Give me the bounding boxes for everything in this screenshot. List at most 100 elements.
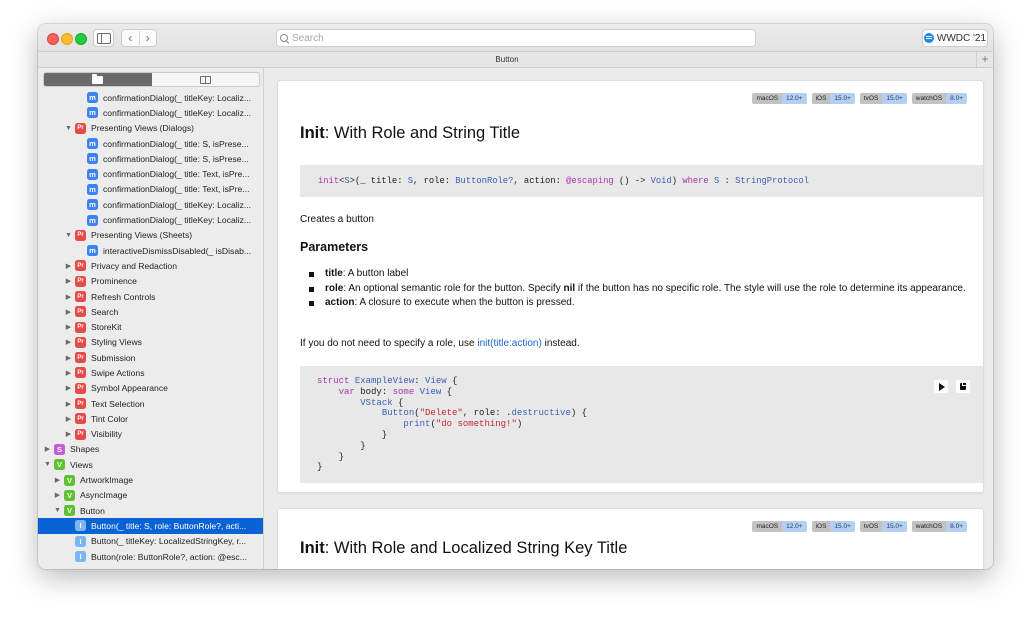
disclosure-collapsed-icon[interactable]: ▶ — [64, 369, 73, 377]
title-bar: ‹ › WWDC '21 — [38, 24, 993, 52]
search-field — [276, 29, 756, 47]
platform-badge-watchos: watchOS 8.0+ — [911, 93, 967, 104]
close-window-button[interactable] — [47, 33, 59, 45]
forward-button[interactable]: › — [140, 31, 157, 45]
init-title-action-link[interactable]: init(title:action) — [477, 338, 541, 349]
sidebar-toggle-button[interactable] — [93, 29, 114, 47]
platform-badge-watchos: watchOS 8.0+ — [911, 521, 967, 532]
back-button[interactable]: ‹ — [122, 31, 140, 45]
sidebar-item-label: Button(role: ButtonRole?, action: @esc..… — [91, 551, 247, 562]
sidebar-item-label: confirmationDialog(_ title: S, isPrese..… — [103, 153, 249, 164]
sidebar-item[interactable]: ▶ Pr Privacy and Redaction — [38, 258, 263, 273]
sidebar-item[interactable]: m confirmationDialog(_ title: Text, isPre… — [38, 166, 263, 181]
symbol-kind-icon: S — [54, 443, 65, 455]
copy-code-button[interactable] — [956, 380, 970, 393]
sidebar-item-label: AsyncImage — [80, 490, 128, 501]
symbol-kind-icon: m — [87, 199, 98, 211]
symbol-kind-icon: Pr — [75, 428, 86, 440]
zoom-window-button[interactable] — [75, 33, 87, 45]
parameters-heading: Parameters — [300, 240, 369, 254]
sidebar-item[interactable]: m confirmationDialog(_ title: S, isPrese.… — [38, 151, 263, 166]
sidebar-item[interactable]: m confirmationDialog(_ title: S, isPrese.… — [38, 136, 263, 151]
sidebar-item-label: Tint Color — [91, 413, 128, 424]
book-icon — [199, 75, 211, 84]
disclosure-collapsed-icon[interactable]: ▶ — [64, 293, 73, 301]
sidebar-item[interactable]: I Button(_ titleKey: LocalizedStringKey, … — [38, 534, 263, 549]
parameter-item: role: An optional semantic role for the … — [309, 283, 993, 296]
disclosure-expanded-icon[interactable]: ▼ — [64, 125, 73, 132]
sidebar-item[interactable]: ▶ Pr Prominence — [38, 274, 263, 289]
sidebar-item[interactable]: ▼ Pr Presenting Views (Sheets) — [38, 228, 263, 243]
search-input[interactable] — [289, 32, 732, 44]
disclosure-expanded-icon[interactable]: ▼ — [43, 461, 52, 468]
declaration-block: init<S>(_ title: S, role: ButtonRole?, a… — [300, 165, 983, 197]
sidebar-item-label: StoreKit — [91, 322, 122, 333]
segment-browse[interactable] — [44, 73, 152, 86]
sidebar-item[interactable]: ▶ Pr Refresh Controls — [38, 289, 263, 304]
sidebar-item[interactable]: m confirmationDialog(_ titleKey: Localiz.… — [38, 197, 263, 212]
doc-title: Init: With Role and Localized String Key… — [300, 539, 628, 557]
disclosure-collapsed-icon[interactable]: ▶ — [53, 491, 62, 499]
sidebar-item[interactable]: ▶ Pr Swipe Actions — [38, 365, 263, 380]
disclosure-collapsed-icon[interactable]: ▶ — [64, 400, 73, 408]
sidebar-item[interactable]: I Button(role: ButtonRole?, action: @esc.… — [38, 549, 263, 564]
sidebar-item-label: interactiveDismissDisabled(_ isDisab... — [103, 245, 252, 256]
disclosure-collapsed-icon[interactable]: ▶ — [64, 262, 73, 270]
symbol-kind-icon: m — [87, 245, 98, 257]
disclosure-collapsed-icon[interactable]: ▶ — [64, 415, 73, 423]
disclosure-collapsed-icon[interactable]: ▶ — [64, 354, 73, 362]
sidebar-item[interactable]: ▶ Pr StoreKit — [38, 319, 263, 334]
symbol-kind-icon: Pr — [75, 352, 86, 364]
sidebar-item[interactable]: ▶ Pr Search — [38, 304, 263, 319]
symbol-kind-icon: I — [75, 551, 86, 563]
doc-card: macOS 12.0+ iOS 15.0+ tvOS 15.0+ watchOS 8.0… — [277, 508, 984, 569]
sidebar-item[interactable]: ▶ Pr Submission — [38, 350, 263, 365]
sidebar-item[interactable]: ▼ V Button — [38, 503, 263, 518]
sidebar-item[interactable]: ▶ Pr Visibility — [38, 427, 263, 442]
minimize-window-button[interactable] — [61, 33, 73, 45]
sidebar-item[interactable]: m confirmationDialog(_ titleKey: Localiz.… — [38, 105, 263, 120]
tab-button[interactable]: Button — [38, 52, 976, 67]
sidebar-item-label: confirmationDialog(_ title: Text, isPre.… — [103, 184, 250, 195]
sidebar-item[interactable]: m confirmationDialog(_ titleKey: Localiz.… — [38, 90, 263, 105]
disclosure-collapsed-icon[interactable]: ▶ — [64, 308, 73, 316]
sidebar-item[interactable]: ▶ Pr Symbol Appearance — [38, 381, 263, 396]
sidebar-item[interactable]: ▶ V AsyncImage — [38, 488, 263, 503]
disclosure-collapsed-icon[interactable]: ▶ — [64, 323, 73, 331]
sidebar-item[interactable]: m interactiveDismissDisabled(_ isDisab... — [38, 243, 263, 258]
sidebar-item[interactable]: ▶ Pr Text Selection — [38, 396, 263, 411]
segment-bookmarks[interactable] — [152, 73, 260, 86]
sidebar-item[interactable]: ▶ Pr Tint Color — [38, 411, 263, 426]
disclosure-collapsed-icon[interactable]: ▶ — [53, 476, 62, 484]
sidebar-item[interactable]: m confirmationDialog(_ titleKey: Localiz.… — [38, 212, 263, 227]
sidebar-item-label: Text Selection — [91, 398, 145, 409]
platform-badge-macos: macOS 12.0+ — [752, 93, 807, 104]
sidebar-mode-control — [43, 72, 260, 87]
disclosure-collapsed-icon[interactable]: ▶ — [43, 445, 52, 453]
disclosure-collapsed-icon[interactable]: ▶ — [64, 430, 73, 438]
symbol-kind-icon: Pr — [75, 229, 86, 241]
disclosure-expanded-icon[interactable]: ▼ — [64, 232, 73, 239]
play-icon — [939, 382, 945, 391]
sidebar-item-label: confirmationDialog(_ title: Text, isPre.… — [103, 169, 250, 180]
symbol-kind-icon: Pr — [75, 306, 86, 318]
disclosure-collapsed-icon[interactable]: ▶ — [64, 384, 73, 392]
platform-badge-macos: macOS 12.0+ — [752, 521, 807, 532]
wwdc-label: WWDC '21 — [936, 32, 987, 44]
sidebar-item[interactable]: ▶ Pr Styling Views — [38, 335, 263, 350]
sidebar-item[interactable]: m confirmationDialog(_ title: Text, isPre… — [38, 182, 263, 197]
sidebar-item[interactable]: ▶ V ArtworkImage — [38, 472, 263, 487]
disclosure-expanded-icon[interactable]: ▼ — [53, 507, 62, 514]
disclosure-collapsed-icon[interactable]: ▶ — [64, 277, 73, 285]
symbol-kind-icon: m — [87, 138, 98, 150]
wwdc-button[interactable]: WWDC '21 — [922, 29, 988, 47]
sidebar-item[interactable]: ▼ V Views — [38, 457, 263, 472]
sidebar-item[interactable]: ▶ S Shapes — [38, 442, 263, 457]
symbol-kind-icon: Pr — [75, 382, 86, 394]
code-example: struct ExampleView: View { var body: som… — [300, 366, 983, 483]
sidebar-item[interactable]: ▼ Pr Presenting Views (Dialogs) — [38, 121, 263, 136]
disclosure-collapsed-icon[interactable]: ▶ — [64, 338, 73, 346]
run-code-button[interactable] — [934, 380, 948, 393]
sidebar-item[interactable]: I Button(_ title: S, role: ButtonRole?, a… — [38, 518, 263, 534]
add-tab-button[interactable]: + — [976, 52, 993, 67]
